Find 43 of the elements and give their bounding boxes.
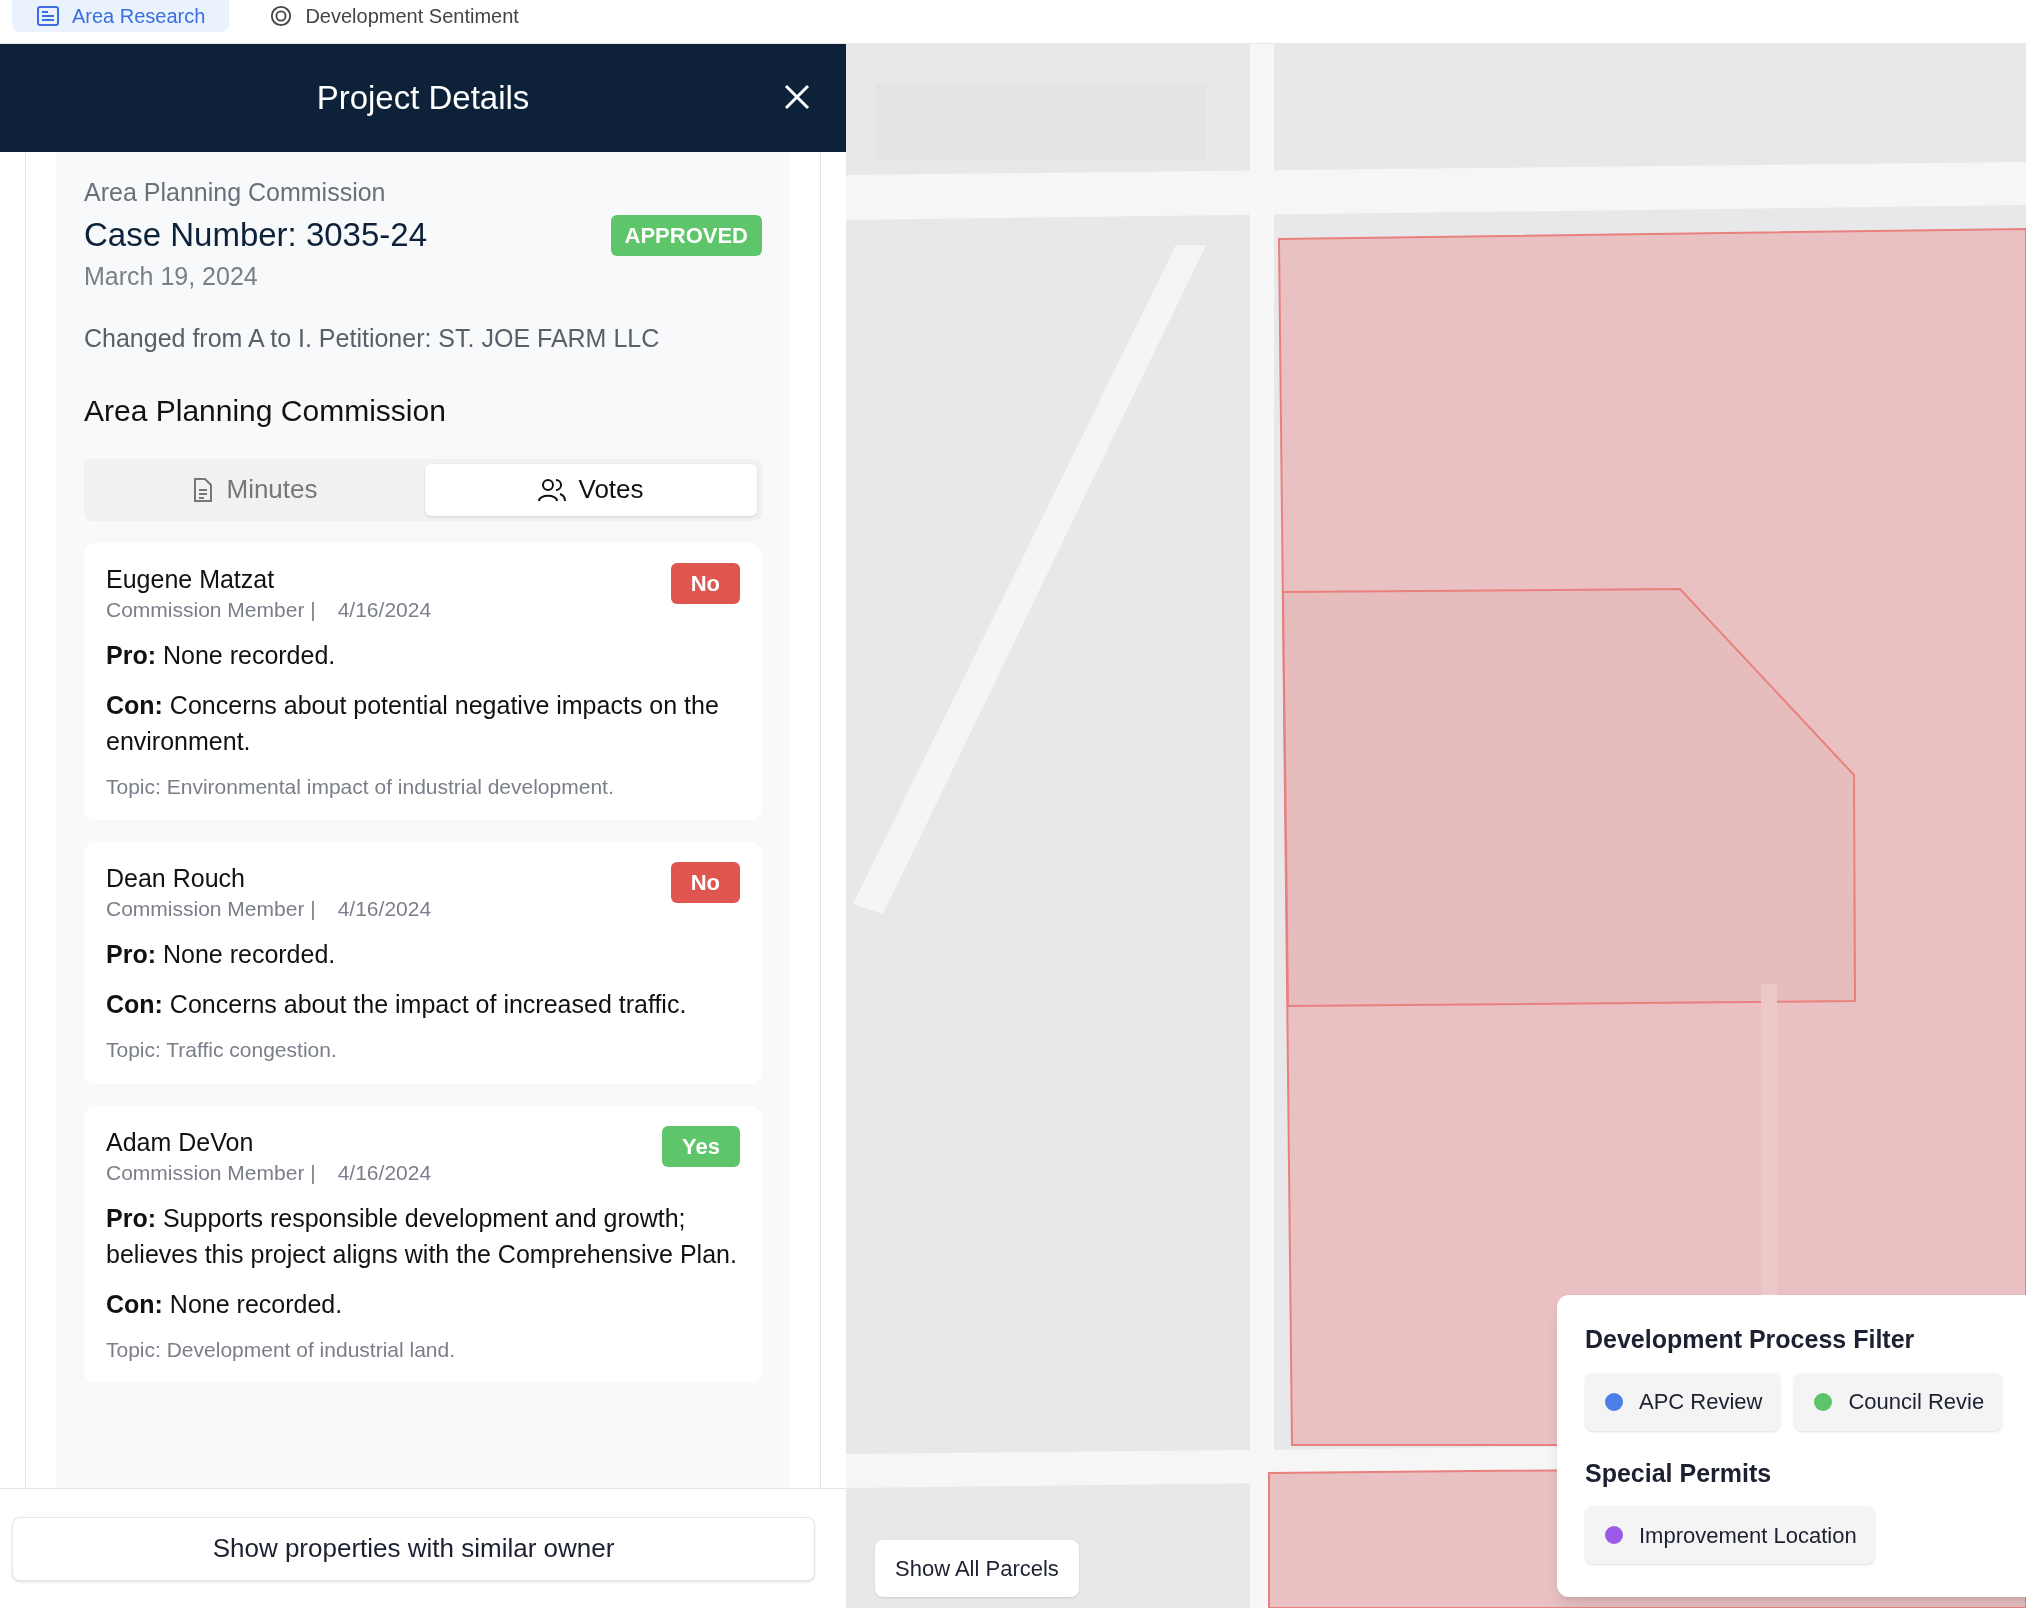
show-parcels-button[interactable]: Show All Parcels	[875, 1540, 1079, 1597]
document-icon	[192, 476, 215, 503]
case-description: Changed from A to I. Petitioner: ST. JOE FARM LLC	[84, 323, 661, 354]
similar-owner-button[interactable]: Show properties with similar owner	[12, 1516, 815, 1581]
segment-tab[interactable]: Votes	[425, 463, 757, 516]
pro-text: Pro: Supports responsible development and growth; believes this project aligns with the Comprehensive Plan.	[106, 1202, 738, 1270]
section-title: Area Planning Commission	[84, 392, 447, 429]
pro-text: Pro: None recorded.	[106, 939, 337, 970]
vote-topic: Topic: Traffic congestion.	[106, 1037, 338, 1063]
case-number: Case Number: 3035-24	[84, 215, 428, 255]
tab[interactable]: Development Sentiment	[245, 0, 543, 32]
vote-badge: No	[670, 562, 740, 604]
vote-date: 4/16/2024	[337, 1159, 432, 1186]
vote-topic: Topic: Development of industrial land.	[106, 1336, 457, 1363]
legend-heading: Special Permits	[1585, 1457, 1773, 1489]
voter-name: Eugene Matzat	[106, 563, 276, 595]
legend-heading: Development Process Filter	[1585, 1324, 1916, 1355]
newspaper-icon	[36, 5, 60, 27]
vote-badge: No	[670, 862, 740, 903]
legend-chip[interactable]: APC Review	[1585, 1372, 1781, 1431]
vote-badge: Yes	[662, 1125, 740, 1167]
con-text: Con: None recorded.	[106, 1288, 344, 1320]
voter-role: Commission Member |	[106, 596, 316, 623]
panel-title: Project Details	[316, 78, 530, 119]
con-text: Con: Concerns about potential negative impacts on the environment.	[106, 689, 720, 757]
voter-name: Dean Rouch	[106, 863, 246, 894]
legend-chip[interactable]: Council Revie	[1794, 1372, 2003, 1431]
voter-name: Adam DeVon	[106, 1126, 255, 1158]
legend-chip[interactable]: Improvement Location	[1585, 1506, 1875, 1564]
target-icon	[269, 5, 294, 27]
case-date: March 19, 2024	[84, 261, 259, 292]
vote-topic: Topic: Environmental impact of industrial development.	[106, 773, 615, 800]
voter-role: Commission Member |	[106, 1159, 316, 1186]
vote-date: 4/16/2024	[337, 596, 432, 623]
voter-role: Commission Member |	[106, 896, 316, 922]
segment-tab[interactable]: Minutes	[89, 463, 421, 516]
vote-date: 4/16/2024	[337, 896, 432, 922]
commission-name: Area Planning Commission	[84, 177, 387, 208]
status-badge: APPROVED	[610, 214, 762, 256]
pro-text: Pro: None recorded.	[106, 639, 337, 671]
people-icon	[538, 477, 567, 502]
tab[interactable]: Area Research	[12, 0, 230, 32]
con-text: Con: Concerns about the impact of increased traffic.	[106, 989, 688, 1020]
